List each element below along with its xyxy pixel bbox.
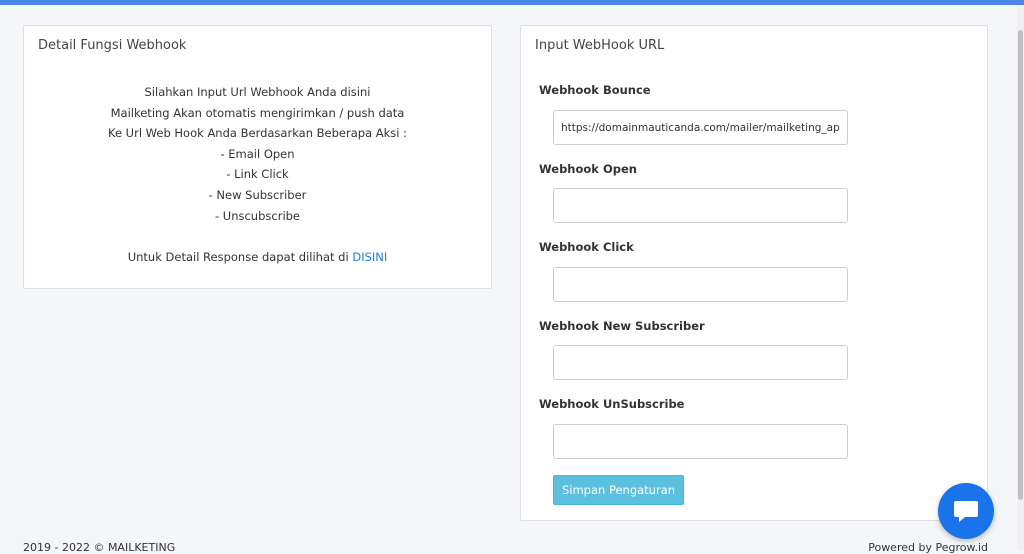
webhook-bounce-label: Webhook Bounce bbox=[539, 83, 651, 97]
detail-response-text: Untuk Detail Response dapat dilihat di bbox=[127, 249, 353, 264]
webhook-new-subscriber-input[interactable] bbox=[553, 345, 848, 380]
page-scrollbar[interactable] bbox=[1017, 5, 1024, 550]
chat-bubble-icon bbox=[954, 501, 978, 522]
scrollbar-thumb[interactable] bbox=[1018, 30, 1023, 500]
webhook-new-subscriber-label: Webhook New Subscriber bbox=[539, 319, 705, 333]
webhook-detail-panel: Detail Fungsi Webhook Silahkan Input Url… bbox=[23, 25, 492, 289]
detail-response-link[interactable]: DISINI bbox=[352, 250, 387, 264]
webhook-bounce-input[interactable] bbox=[553, 110, 848, 145]
chat-button[interactable] bbox=[938, 483, 994, 539]
webhook-unsubscribe-label: Webhook UnSubscribe bbox=[539, 397, 685, 411]
webhook-open-input[interactable] bbox=[553, 188, 848, 223]
description-line: Ke Url Web Hook Anda Berdasarkan Beberap… bbox=[107, 126, 408, 141]
webhook-click-input[interactable] bbox=[553, 267, 848, 302]
action-item-new-subscriber: - New Subscriber bbox=[208, 187, 307, 202]
webhook-unsubscribe-input[interactable] bbox=[553, 424, 848, 459]
footer-powered-by: Powered by Pegrow.id bbox=[868, 541, 988, 554]
webhook-input-panel: Input WebHook URL Webhook Bounce Webhook… bbox=[520, 25, 988, 521]
webhook-description: Silahkan Input Url Webhook Anda disini M… bbox=[24, 82, 491, 267]
detail-response-line: Untuk Detail Response dapat dilihat di D… bbox=[24, 247, 491, 268]
action-item-link-click: - Link Click bbox=[226, 167, 289, 182]
action-item-unsubscribe: - Unscubscribe bbox=[214, 208, 301, 223]
footer-copyright: 2019 - 2022 © MAILKETING bbox=[23, 541, 176, 554]
save-settings-button[interactable]: Simpan Pengaturan bbox=[553, 475, 684, 505]
panel-title: Input WebHook URL bbox=[535, 38, 665, 53]
action-item-email-open: - Email Open bbox=[220, 146, 295, 161]
description-line: Mailketing Akan otomatis mengirimkan / p… bbox=[110, 105, 405, 120]
webhook-open-label: Webhook Open bbox=[539, 162, 637, 176]
panel-title: Detail Fungsi Webhook bbox=[38, 38, 187, 53]
top-bar bbox=[0, 0, 1024, 5]
webhook-click-label: Webhook Click bbox=[539, 240, 634, 254]
description-line: Silahkan Input Url Webhook Anda disini bbox=[144, 85, 371, 99]
